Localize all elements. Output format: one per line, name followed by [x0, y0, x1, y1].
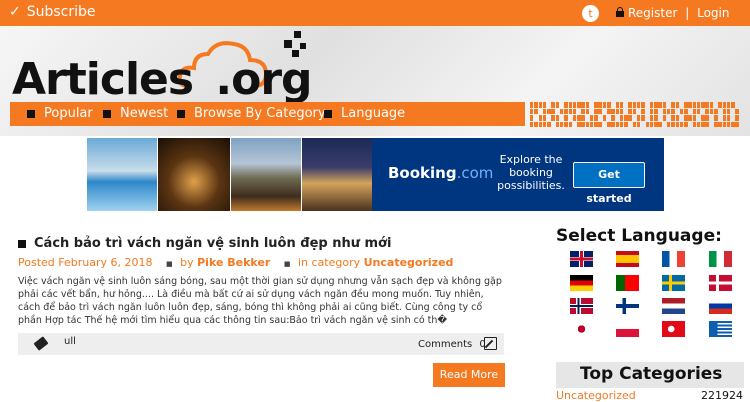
- login-link[interactable]: Login: [697, 6, 729, 20]
- booking-panel: Booking.com Explore the booking possibil…: [372, 138, 664, 211]
- auth-links: Register | Login: [628, 6, 729, 20]
- article-date: February 6, 2018: [58, 256, 153, 269]
- twitter-icon[interactable]: t: [582, 5, 599, 22]
- article-excerpt: Việc vách ngăn vệ sinh luôn sáng bóng, s…: [18, 276, 502, 326]
- logo-pixel: [284, 40, 292, 48]
- finland-flag-icon[interactable]: [616, 298, 639, 314]
- article-title[interactable]: Cách bảo trì vách ngăn vệ sinh luôn đẹp …: [18, 236, 391, 251]
- square-bullet-icon: [103, 109, 111, 118]
- square-bullet-icon: ■: [283, 260, 291, 268]
- select-language-title: Select Language:: [556, 226, 722, 246]
- greece-flag-icon[interactable]: [709, 321, 732, 337]
- russia-flag-icon[interactable]: [709, 298, 732, 314]
- japan-flag-icon[interactable]: [570, 321, 593, 337]
- nav-browse-by-category[interactable]: Browse By Category: [177, 106, 326, 121]
- logo-brand: Articles: [12, 54, 194, 105]
- read-more-button[interactable]: Read More: [433, 363, 505, 387]
- ad-photo-tents: [302, 138, 372, 211]
- site-logo[interactable]: Articles .org: [12, 54, 313, 105]
- category-link[interactable]: Uncategorized: [364, 256, 454, 269]
- france-flag-icon[interactable]: [662, 251, 685, 267]
- nav-popular[interactable]: Popular: [27, 106, 93, 121]
- tag-icon: [33, 336, 49, 351]
- spain-flag-icon[interactable]: [616, 251, 639, 267]
- edit-icon[interactable]: [484, 337, 497, 350]
- category-item-count: 221924: [701, 389, 743, 402]
- square-bullet-icon: [177, 109, 185, 118]
- square-bullet-icon: ■: [166, 260, 173, 268]
- ad-photo-pool: [87, 138, 157, 211]
- norway-flag-icon[interactable]: [570, 298, 593, 314]
- top-bar: ✓ Subscribe t Register | Login: [0, 0, 750, 26]
- poland-flag-icon[interactable]: [616, 321, 639, 337]
- square-bullet-icon: [27, 109, 35, 118]
- logo-pixel: [300, 43, 306, 49]
- turkey-flag-icon[interactable]: [662, 321, 685, 337]
- nav-newest[interactable]: Newest: [103, 106, 168, 121]
- pixel-decoration: [530, 102, 744, 128]
- article-meta: Posted February 6, 2018 ■ by Pike Bekker…: [18, 256, 454, 269]
- category-item-name[interactable]: Uncategorized: [556, 389, 636, 402]
- square-bullet-icon: [18, 239, 26, 248]
- booking-ad-banner[interactable]: Booking.com Explore the booking possibil…: [87, 138, 664, 211]
- uk-flag-icon[interactable]: [570, 251, 593, 267]
- booking-tagline: Explore the booking possibilities.: [497, 153, 565, 192]
- article-title-text: Cách bảo trì vách ngăn vệ sinh luôn đẹp …: [34, 236, 392, 251]
- register-link[interactable]: Register: [628, 6, 677, 20]
- netherlands-flag-icon[interactable]: [662, 298, 685, 314]
- ad-photo-lobby: [158, 138, 230, 211]
- booking-logo: Booking.com: [388, 164, 494, 182]
- sweden-flag-icon[interactable]: [662, 275, 685, 291]
- author-link[interactable]: Pike Bekker: [197, 256, 270, 269]
- logo-tld: .org: [215, 54, 312, 105]
- italy-flag-icon[interactable]: [709, 251, 732, 267]
- article-footer-bar: ull Comments 0: [18, 333, 504, 355]
- main-nav: Popular Newest Browse By Category Langua…: [10, 102, 525, 126]
- comments-link[interactable]: Comments 0: [418, 339, 486, 350]
- top-categories-header: Top Categories: [556, 362, 744, 388]
- subscribe-link[interactable]: ✓ Subscribe: [9, 4, 96, 20]
- subscribe-label: Subscribe: [26, 4, 96, 20]
- top-categories-title: Top Categories: [580, 364, 723, 384]
- germany-flag-icon[interactable]: [570, 275, 593, 291]
- nav-label: Newest: [120, 106, 169, 121]
- tags-text[interactable]: ull: [64, 336, 76, 347]
- lock-icon: [616, 7, 624, 17]
- denmark-flag-icon[interactable]: [709, 275, 732, 291]
- square-bullet-icon: [324, 109, 332, 118]
- nav-language[interactable]: Language: [324, 106, 405, 121]
- nav-label: Popular: [44, 106, 93, 121]
- ad-photo-resort: [231, 138, 301, 211]
- logo-pixel: [294, 31, 301, 38]
- nav-label: Browse By Category: [194, 106, 326, 121]
- auth-separator: |: [685, 6, 690, 20]
- get-started-button[interactable]: Get started: [573, 162, 645, 205]
- portugal-flag-icon[interactable]: [616, 275, 639, 291]
- check-icon: ✓: [9, 4, 21, 20]
- nav-label: Language: [341, 106, 406, 121]
